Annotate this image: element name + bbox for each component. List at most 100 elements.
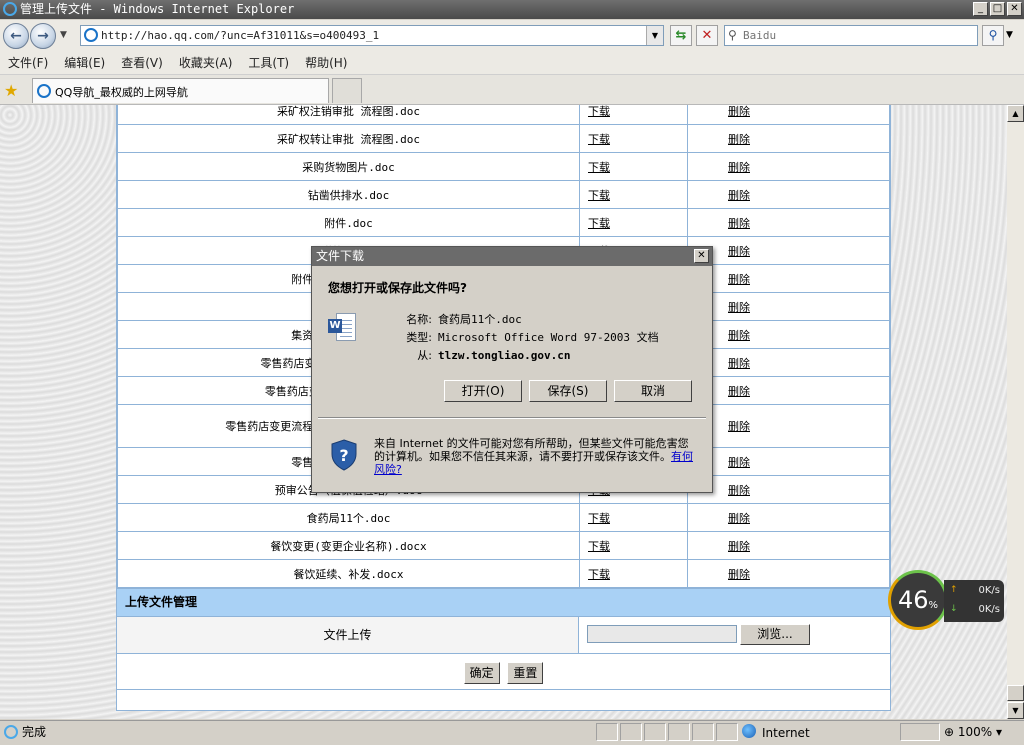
confirm-button[interactable]: 确定	[463, 662, 500, 684]
download-link[interactable]: 下载	[588, 189, 610, 202]
download-link[interactable]: 下载	[588, 568, 610, 581]
delete-link[interactable]: 删除	[728, 420, 750, 433]
upload-actions: 确定 重置	[117, 653, 890, 689]
menu-favorites[interactable]: 收藏夹(A)	[171, 52, 241, 74]
delete-link[interactable]: 删除	[728, 456, 750, 469]
search-input[interactable]	[743, 27, 973, 44]
protected-mode-icon[interactable]	[900, 723, 940, 741]
delete-link[interactable]: 删除	[728, 245, 750, 258]
file-name-cell: 附件.doc	[324, 216, 373, 230]
table-row: 食药局11个.doc 下载 删除	[117, 503, 890, 532]
menu-file[interactable]: 文件(F)	[0, 52, 56, 74]
delete-link[interactable]: 删除	[728, 568, 750, 581]
menu-tools[interactable]: 工具(T)	[240, 52, 297, 74]
delete-link[interactable]: 删除	[728, 484, 750, 497]
menu-view[interactable]: 查看(V)	[113, 52, 171, 74]
open-button[interactable]: 打开(O)	[444, 380, 522, 402]
file-name-cell: 餐饮变更(变更企业名称).docx	[270, 539, 427, 553]
address-bar[interactable]: ▼	[80, 25, 664, 46]
scroll-up-icon[interactable]: ▲	[1007, 105, 1024, 122]
close-button[interactable]: ✕	[1007, 2, 1022, 16]
table-row: 附件.doc 下载 删除	[117, 208, 890, 237]
dialog-title: 文件下载	[316, 249, 365, 263]
file-source: tlzw.tongliao.gov.cn	[438, 349, 571, 362]
download-link[interactable]: 下载	[588, 161, 610, 174]
maximize-button[interactable]: □	[990, 2, 1005, 16]
dialog-close-button[interactable]: ✕	[694, 249, 709, 263]
delete-link[interactable]: 删除	[728, 105, 750, 118]
new-tab-button[interactable]	[332, 78, 362, 103]
tab-label: QQ导航_最权威的上网导航	[55, 86, 188, 99]
dialog-divider	[318, 417, 706, 419]
status-page-icon	[4, 725, 18, 739]
delete-link[interactable]: 删除	[728, 301, 750, 314]
download-link[interactable]: 下载	[588, 217, 610, 230]
speed-percent: 46	[897, 586, 929, 614]
menu-edit[interactable]: 编辑(E)	[56, 52, 113, 74]
forward-button[interactable]: →	[30, 23, 56, 49]
delete-link[interactable]: 删除	[728, 357, 750, 370]
back-button[interactable]: ←	[3, 23, 29, 49]
window-controls: _ □ ✕	[973, 2, 1022, 16]
download-rate: 0K/s	[978, 604, 1001, 615]
scroll-down-icon[interactable]: ▼	[1007, 702, 1024, 719]
network-speed-widget[interactable]: 46% ↑ 0K/s ↓ 0K/s	[888, 570, 1006, 632]
minimize-button[interactable]: _	[973, 2, 988, 16]
search-button[interactable]: ⚲	[982, 25, 1004, 46]
search-options-icon[interactable]: ▼	[1006, 30, 1013, 40]
address-dropdown-icon[interactable]: ▼	[646, 26, 663, 45]
favorites-star-icon[interactable]: ★	[4, 81, 18, 100]
delete-link[interactable]: 删除	[728, 540, 750, 553]
tab-qq-navigation[interactable]: QQ导航_最权威的上网导航	[32, 78, 329, 103]
upload-section-title: 上传文件管理	[117, 588, 890, 616]
delete-link[interactable]: 删除	[728, 133, 750, 146]
address-toolbar: ← → ▼ ▼ ⇆ ✕ ⚲ ⚲ ▼	[0, 20, 1024, 52]
scroll-thumb[interactable]	[1007, 685, 1024, 701]
table-row: 采矿权注销审批 流程图.doc 下载 删除	[117, 105, 890, 125]
delete-link[interactable]: 删除	[728, 161, 750, 174]
delete-link[interactable]: 删除	[728, 385, 750, 398]
download-arrow-icon: ↓	[950, 604, 958, 614]
tab-page-icon	[37, 84, 51, 98]
browse-button[interactable]: 浏览...	[740, 624, 810, 645]
window-titlebar: 管理上传文件 - Windows Internet Explorer _ □ ✕	[0, 0, 1024, 19]
table-row: 餐饮延续、补发.docx 下载 删除	[117, 559, 890, 588]
warning-text: 来自 Internet 的文件可能对您有所帮助，但某些文件可能危害您的计算机。如…	[374, 437, 689, 463]
url-input[interactable]	[101, 27, 641, 44]
delete-link[interactable]: 删除	[728, 329, 750, 342]
upload-label: 文件上传	[117, 617, 579, 653]
delete-link[interactable]: 删除	[728, 512, 750, 525]
save-button[interactable]: 保存(S)	[529, 380, 607, 402]
history-dropdown-icon[interactable]: ▼	[60, 30, 67, 40]
security-zone[interactable]: Internet	[742, 722, 898, 742]
refresh-button[interactable]: ⇆	[670, 25, 692, 46]
file-info: 名称: 食药局11个.doc 类型: Microsoft Office Word 9…	[382, 311, 659, 365]
table-row: 采矿权转让审批 流程图.doc 下载 删除	[117, 124, 890, 153]
menu-help[interactable]: 帮助(H)	[297, 52, 355, 74]
file-name-cell: 餐饮延续、补发.docx	[293, 567, 404, 581]
zoom-level[interactable]: ⊕ 100% ▾	[944, 721, 1002, 743]
download-link[interactable]: 下载	[588, 105, 610, 118]
file-path-input[interactable]	[587, 625, 737, 643]
status-bar: 完成 Internet ⊕ 100% ▾	[0, 720, 1024, 745]
stop-button[interactable]: ✕	[696, 25, 718, 46]
vertical-scrollbar[interactable]: ▲ ▼	[1007, 105, 1024, 719]
delete-link[interactable]: 删除	[728, 189, 750, 202]
table-row: 餐饮变更(变更企业名称).docx 下载 删除	[117, 531, 890, 560]
download-link[interactable]: 下载	[588, 133, 610, 146]
file-type: Microsoft Office Word 97-2003 文档	[438, 331, 659, 344]
download-link[interactable]: 下载	[588, 540, 610, 553]
delete-link[interactable]: 删除	[728, 217, 750, 230]
reset-button[interactable]: 重置	[507, 662, 544, 684]
svg-text:?: ?	[339, 446, 348, 465]
search-provider-icon: ⚲	[728, 28, 737, 42]
tab-bar: ★ QQ导航_最权威的上网导航	[0, 75, 1024, 105]
page-icon	[84, 28, 98, 42]
file-name-cell: 采矿权转让审批 流程图.doc	[276, 132, 421, 146]
status-text: 完成	[22, 725, 47, 739]
delete-link[interactable]: 删除	[728, 273, 750, 286]
cancel-button[interactable]: 取消	[614, 380, 692, 402]
search-box[interactable]: ⚲	[724, 25, 978, 46]
download-link[interactable]: 下载	[588, 512, 610, 525]
upload-arrow-icon: ↑	[950, 585, 958, 595]
